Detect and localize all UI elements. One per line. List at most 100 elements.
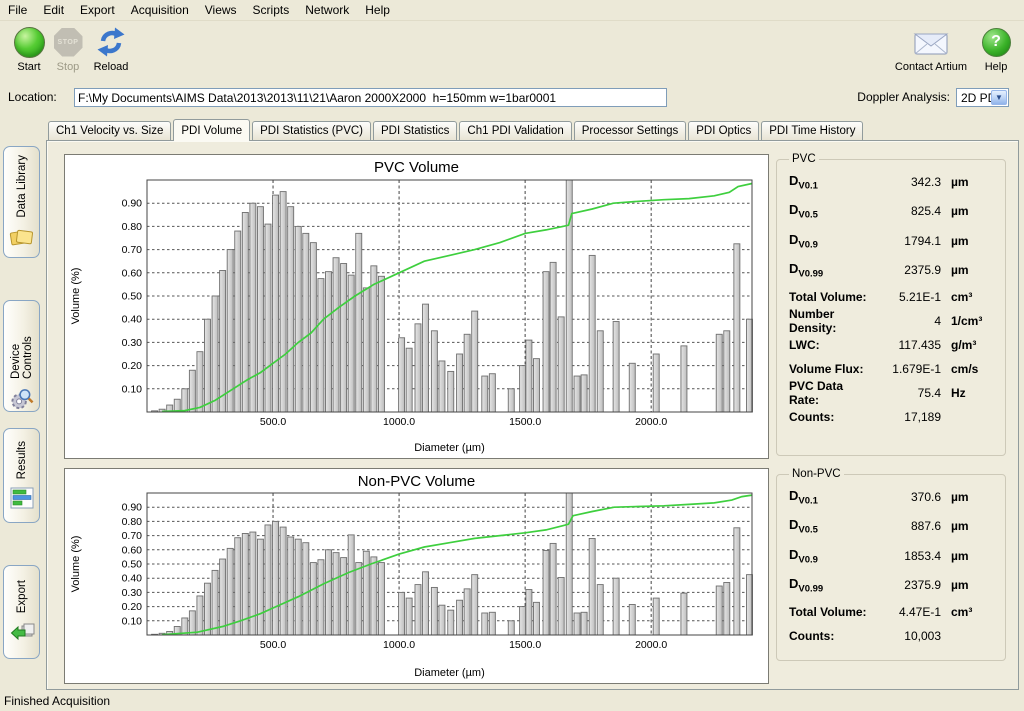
stat-value: 370.6 [875, 490, 941, 504]
gears-icon [9, 386, 35, 411]
status-text: Finished Acquisition [4, 694, 110, 708]
menu-item-file[interactable]: File [0, 1, 35, 19]
envelope-icon [913, 29, 949, 56]
tab-pdi-time-history[interactable]: PDI Time History [761, 121, 863, 140]
stat-label: DV0.9 [789, 232, 875, 250]
location-input[interactable] [74, 88, 667, 107]
stat-row: DV0.992375.9µm [789, 256, 995, 286]
stat-row: DV0.5887.6µm [789, 512, 995, 542]
reload-button[interactable]: Reload [88, 25, 134, 73]
svg-text:0.20: 0.20 [122, 601, 143, 613]
folders-icon [9, 225, 35, 249]
svg-text:2000.0: 2000.0 [635, 416, 667, 428]
svg-text:2000.0: 2000.0 [635, 639, 667, 651]
nonpvc-stats-title: Non-PVC [789, 468, 844, 480]
svg-text:Non-PVC Volume: Non-PVC Volume [358, 473, 476, 490]
doppler-analysis-label: Doppler Analysis: [857, 90, 950, 104]
stat-value: 887.6 [875, 519, 941, 533]
stat-label: Number Density: [789, 307, 875, 335]
svg-text:0.30: 0.30 [122, 337, 143, 349]
app-window: { "window": { "status": "Finished Acquis… [0, 0, 1024, 711]
pvc-stats-title: PVC [789, 153, 819, 165]
stat-unit: µm [941, 549, 995, 563]
stat-unit: µm [941, 175, 995, 189]
menu-item-acquisition[interactable]: Acquisition [123, 1, 197, 19]
svg-text:1000.0: 1000.0 [383, 639, 415, 651]
svg-text:0.70: 0.70 [122, 244, 143, 256]
stat-row: Counts:17,189 [789, 405, 995, 429]
stat-value: 1853.4 [875, 549, 941, 563]
svg-text:0.60: 0.60 [122, 544, 143, 556]
stat-value: 2375.9 [875, 263, 941, 277]
nonpvc-stats-groupbox: Non-PVC DV0.1370.6µmDV0.5887.6µmDV0.9185… [776, 468, 1006, 661]
sidebar-item-label: Export [16, 580, 28, 613]
menu-item-network[interactable]: Network [297, 1, 357, 19]
svg-text:0.50: 0.50 [122, 291, 143, 303]
reload-label: Reload [94, 61, 129, 73]
stat-unit: µm [941, 490, 995, 504]
svg-text:0.40: 0.40 [122, 314, 143, 326]
stat-row: Total Volume:5.21E-1cm³ [789, 285, 995, 309]
svg-text:0.40: 0.40 [122, 573, 143, 585]
tab-page-pdi-volume: PVC Volume0.100.200.300.400.500.600.700.… [46, 140, 1019, 690]
stat-unit: 1/cm³ [941, 314, 995, 328]
stat-value: 10,003 [875, 629, 941, 643]
tab-control: Ch1 Velocity vs. SizePDI VolumePDI Stati… [46, 118, 1019, 690]
menu-item-export[interactable]: Export [72, 1, 123, 19]
svg-text:0.60: 0.60 [122, 267, 143, 279]
svg-text:0.90: 0.90 [122, 502, 143, 514]
stat-row: DV0.1342.3µm [789, 167, 995, 197]
svg-text:1500.0: 1500.0 [509, 416, 541, 428]
help-label: Help [985, 61, 1008, 73]
tab-pdi-volume[interactable]: PDI Volume [173, 119, 250, 141]
stat-unit: cm³ [941, 605, 995, 619]
tab-pdi-optics[interactable]: PDI Optics [688, 121, 759, 140]
nonpvc-chart-svg: Non-PVC Volume0.100.200.300.400.500.600.… [65, 469, 768, 683]
tab-ch1-pdi-validation[interactable]: Ch1 PDI Validation [459, 121, 571, 140]
toolbar: Start STOP Stop Reload Contact Artium [0, 21, 1024, 83]
sidebar-item-data-library[interactable]: Data Library [3, 146, 40, 258]
tab-pdi-statistics-pvc-[interactable]: PDI Statistics (PVC) [252, 121, 371, 140]
sidebar-item-label: Data Library [16, 155, 28, 218]
menu-item-views[interactable]: Views [197, 1, 245, 19]
stat-label: DV0.99 [789, 261, 875, 279]
svg-text:0.30: 0.30 [122, 587, 143, 599]
doppler-analysis-select[interactable]: 2D PDI ▼ [956, 88, 1009, 107]
stop-icon: STOP [54, 28, 83, 57]
stat-unit: Hz [941, 386, 995, 400]
stat-label: DV0.5 [789, 202, 875, 220]
start-button[interactable]: Start [10, 25, 48, 73]
contact-artium-button[interactable]: Contact Artium [890, 25, 972, 73]
sidebar-item-label: Results [16, 441, 28, 479]
sidebar-item-results[interactable]: Results [3, 428, 40, 523]
menu-item-edit[interactable]: Edit [35, 1, 72, 19]
svg-text:Volume (%): Volume (%) [70, 536, 82, 593]
tab-pdi-statistics[interactable]: PDI Statistics [373, 121, 457, 140]
svg-text:Volume (%): Volume (%) [70, 268, 82, 325]
stat-row: DV0.91794.1µm [789, 226, 995, 256]
stop-label: Stop [57, 61, 80, 73]
menu-item-scripts[interactable]: Scripts [245, 1, 298, 19]
menu-item-help[interactable]: Help [357, 1, 398, 19]
stat-row: DV0.992375.9µm [789, 571, 995, 601]
stat-unit: µm [941, 263, 995, 277]
tab-processor-settings[interactable]: Processor Settings [574, 121, 687, 140]
svg-text:0.80: 0.80 [122, 516, 143, 528]
stat-row: DV0.5825.4µm [789, 197, 995, 227]
svg-text:0.80: 0.80 [122, 221, 143, 233]
svg-text:Diameter (µm): Diameter (µm) [414, 442, 485, 454]
tab-ch1-velocity-vs-size[interactable]: Ch1 Velocity vs. Size [48, 121, 171, 140]
stat-label: DV0.9 [789, 547, 875, 565]
svg-text:0.10: 0.10 [122, 615, 143, 627]
chevron-down-icon[interactable]: ▼ [991, 90, 1007, 105]
stat-label: DV0.1 [789, 488, 875, 506]
export-arrow-icon [9, 620, 35, 644]
help-button[interactable]: ? Help [978, 25, 1014, 73]
sidebar-item-device-controls[interactable]: Device Controls [3, 300, 40, 412]
pvc-stats-body: DV0.1342.3µmDV0.5825.4µmDV0.91794.1µmDV0… [789, 167, 995, 429]
stat-row: LWC:117.435g/m³ [789, 333, 995, 357]
svg-text:0.10: 0.10 [122, 383, 143, 395]
sidebar-item-export[interactable]: Export [3, 565, 40, 659]
pvc-chart-svg: PVC Volume0.100.200.300.400.500.600.700.… [65, 155, 768, 458]
stat-unit: µm [941, 578, 995, 592]
